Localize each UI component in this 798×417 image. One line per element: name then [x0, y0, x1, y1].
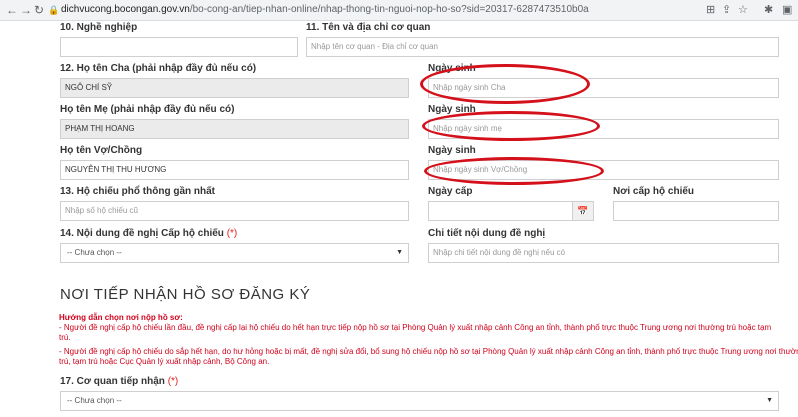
url-path: /bo-cong-an/tiep-nhan-online/nhap-thong-… — [189, 4, 589, 15]
issue-date-label: Ngày cấp — [428, 186, 473, 197]
agency-select[interactable]: -- Chưa chọn -- ▼ — [60, 391, 779, 411]
request-select[interactable]: -- Chưa chọn -- ▼ — [60, 243, 409, 263]
extensions-icon[interactable]: ✱ — [764, 2, 773, 18]
issue-date-input[interactable] — [428, 201, 573, 221]
required-marker: (*) — [226, 228, 238, 239]
lock-icon: 🔒 — [48, 5, 60, 15]
issue-place-label: Nơi cấp hộ chiếu — [613, 186, 695, 197]
sidebar-icon[interactable]: ▣ — [782, 2, 792, 18]
back-icon[interactable]: ← — [6, 2, 18, 18]
translate-icon[interactable]: ⊞ — [706, 2, 715, 18]
url-host: dichvucong.bocongan.gov.vn — [61, 4, 190, 15]
annotation-oval — [422, 111, 600, 141]
calendar-icon[interactable]: 📅 — [572, 201, 594, 221]
request-detail-label: Chi tiết nội dung đề nghị — [428, 228, 546, 239]
chevron-down-icon: ▼ — [766, 397, 773, 404]
request-detail-input[interactable]: Nhập chi tiết nội dung đề nghị nếu có — [428, 243, 779, 263]
spouse-name-input[interactable]: NGUYỄN THỊ THU HƯƠNG — [60, 160, 409, 180]
request-label: 14. Nội dung đề nghị Cấp hộ chiếu (*) — [60, 228, 238, 239]
passport-label: 13. Hộ chiếu phổ thông gần nhất — [60, 186, 215, 197]
annotation-oval — [424, 157, 604, 185]
reload-icon[interactable]: ↻ — [34, 2, 44, 18]
forward-icon[interactable]: → — [20, 2, 32, 18]
passport-input[interactable]: Nhập số hộ chiếu cũ — [60, 201, 409, 221]
bookmark-star-icon[interactable]: ☆ — [738, 2, 748, 18]
occupation-label: 10. Nghề nghiệp — [60, 22, 138, 33]
chevron-down-icon: ▼ — [396, 249, 403, 256]
spouse-name-label: Họ tên Vợ/Chồng — [60, 145, 143, 156]
guide-heading: Hướng dẫn chọn nơi nộp hồ sơ: — [59, 313, 183, 322]
guide-line-1b: trú. — [59, 333, 71, 342]
guide-line-2b: trú, tạm trú hoặc Cục Quản lý xuất nhập … — [59, 357, 270, 366]
browser-toolbar: ← → ↻ 🔒 dichvucong.bocongan.gov.vn/bo-co… — [0, 0, 798, 21]
guide-line-2: - Người đề nghị cấp hộ chiếu do sắp hết … — [59, 347, 798, 356]
workplace-label: 11. Tên và địa chỉ cơ quan — [306, 22, 431, 33]
required-marker: (*) — [167, 376, 179, 387]
mother-name-input[interactable]: PHẠM THỊ HOANG — [60, 119, 409, 139]
section-title: NƠI TIẾP NHẬN HỒ SƠ ĐĂNG KÝ — [60, 286, 311, 303]
annotation-oval — [420, 64, 590, 104]
occupation-input[interactable] — [60, 37, 298, 57]
share-icon[interactable]: ⇪ — [722, 2, 731, 18]
father-name-input[interactable]: NGÔ CHÍ SỸ — [60, 78, 409, 98]
guide-line-1: - Người đề nghị cấp hộ chiếu lần đầu, đề… — [59, 323, 772, 332]
issue-place-input[interactable] — [613, 201, 779, 221]
agency-label: 17. Cơ quan tiếp nhận (*) — [60, 376, 179, 387]
address-bar[interactable]: dichvucong.bocongan.gov.vn/bo-cong-an/ti… — [61, 3, 589, 17]
workplace-input[interactable]: Nhập tên cơ quan - Địa chỉ cơ quan — [306, 37, 779, 57]
father-name-label: 12. Họ tên Cha (phải nhập đầy đủ nếu có) — [60, 63, 257, 74]
mother-name-label: Họ tên Mẹ (phải nhập đầy đủ nếu có) — [60, 104, 235, 115]
spouse-dob-label: Ngày sinh — [428, 145, 476, 156]
